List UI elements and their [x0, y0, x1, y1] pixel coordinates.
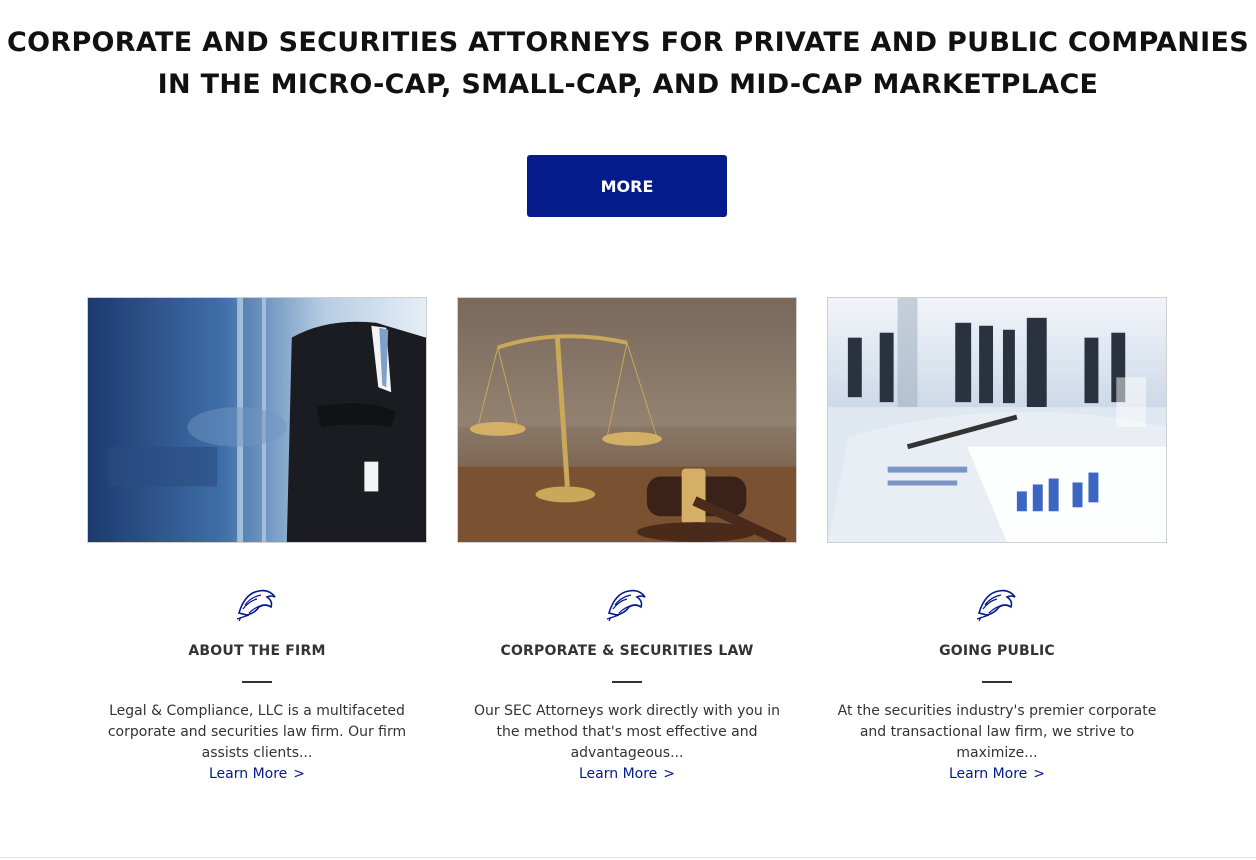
card-description: Our SEC Attorneys work directly with you…: [473, 703, 781, 761]
learn-more-link[interactable]: Learn More >: [87, 764, 427, 785]
business-meeting-photo[interactable]: [827, 297, 1167, 543]
chevron-right-icon: >: [293, 766, 306, 782]
chevron-right-icon: >: [1033, 766, 1046, 782]
learn-more-link[interactable]: Learn More >: [457, 764, 797, 785]
card-title: GOING PUBLIC: [939, 643, 1055, 659]
card-description: At the securities industry's premier cor…: [837, 703, 1157, 761]
learn-more-label: Learn More: [578, 766, 658, 782]
card-title: ABOUT THE FIRM: [188, 643, 326, 659]
divider: [982, 681, 1012, 683]
card-going-public: GOING PUBLIC At the securities industry'…: [827, 297, 1167, 785]
lion-icon: [606, 589, 646, 622]
footer-divider: [0, 857, 1256, 858]
more-button[interactable]: MORE: [527, 155, 727, 217]
scales-of-justice-photo[interactable]: [457, 297, 797, 543]
divider: [242, 681, 272, 683]
card-corporate-securities-law: CORPORATE & SECURITIES LAW Our SEC Attor…: [457, 297, 797, 785]
divider: [612, 681, 642, 683]
lion-icon: [236, 589, 276, 622]
page-headline: CORPORATE AND SECURITIES ATTORNEYS FOR P…: [0, 22, 1256, 106]
learn-more-link[interactable]: Learn More >: [827, 764, 1167, 785]
card-description: Legal & Compliance, LLC is a multifacete…: [107, 703, 407, 761]
headline-line-2: IN THE MICRO-CAP, SMALL-CAP, AND MID-CAP…: [157, 69, 1099, 100]
learn-more-label: Learn More: [208, 766, 288, 782]
headline-line-1: CORPORATE AND SECURITIES ATTORNEYS FOR P…: [7, 27, 1249, 58]
lion-icon: [976, 589, 1016, 622]
learn-more-label: Learn More: [948, 766, 1028, 782]
businessman-photo[interactable]: [87, 297, 427, 543]
card-title: CORPORATE & SECURITIES LAW: [500, 643, 754, 659]
card-about-the-firm: ABOUT THE FIRM Legal & Compliance, LLC i…: [87, 297, 427, 785]
chevron-right-icon: >: [663, 766, 676, 782]
